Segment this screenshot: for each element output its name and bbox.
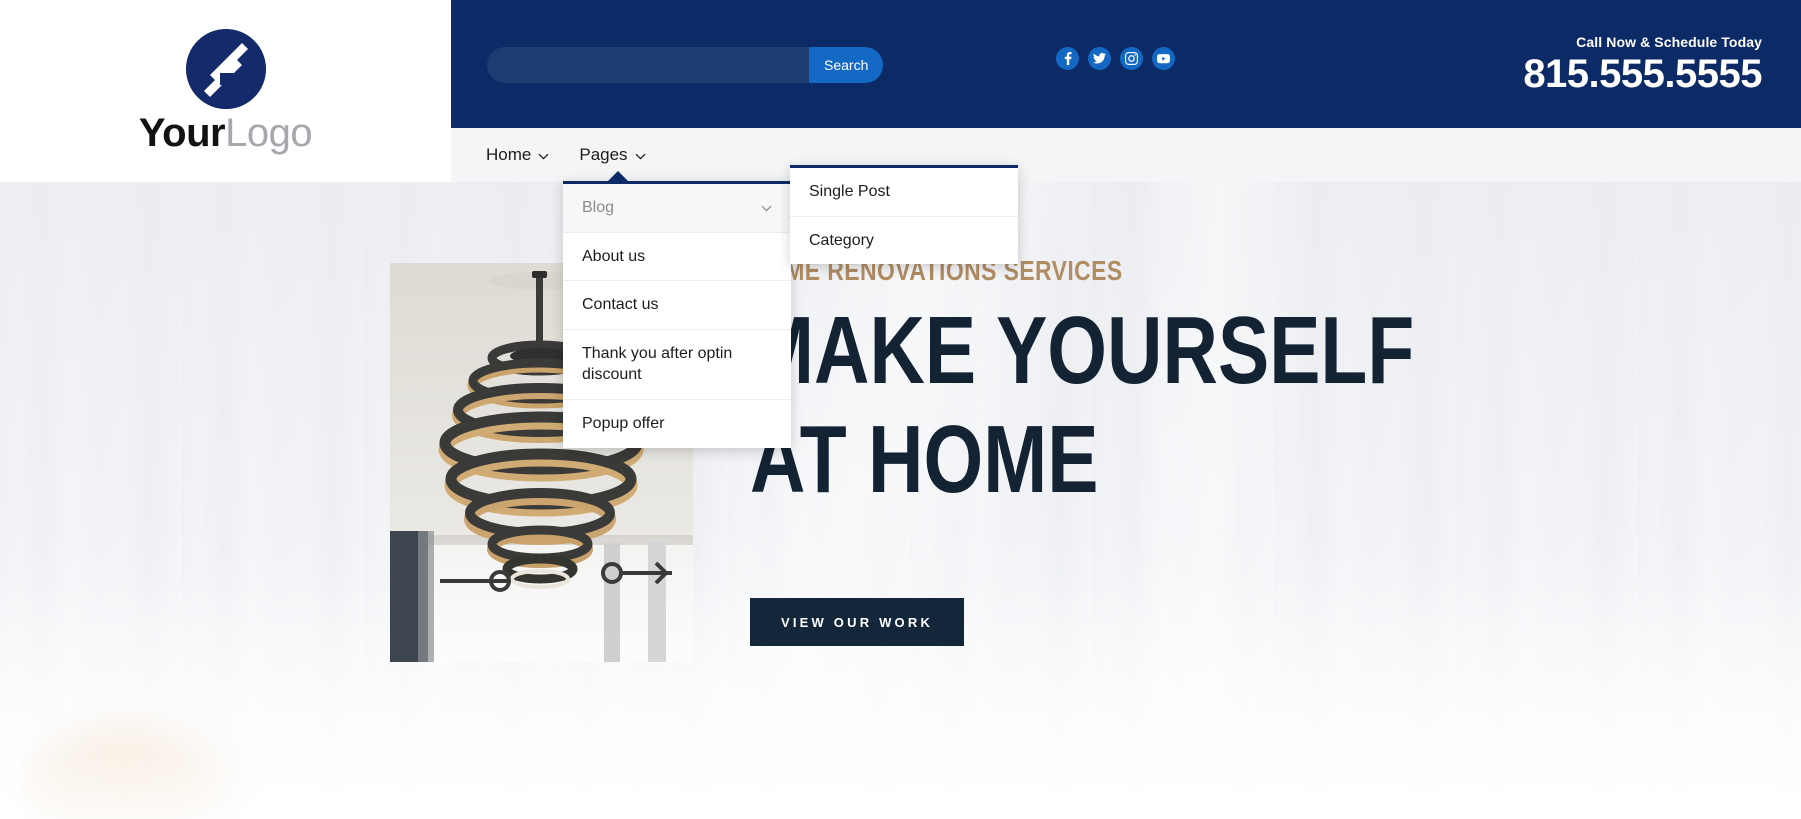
dropdown-item-label: About us — [582, 247, 646, 265]
dropdown-item-label: Contact us — [582, 296, 659, 314]
chevron-down-icon — [538, 145, 549, 165]
youtube-icon[interactable] — [1152, 47, 1175, 70]
pages-dropdown-menu: Blog About us Contact us Thank you after… — [563, 171, 791, 448]
dropdown-item-label: Thank you after optin discount — [582, 344, 733, 384]
hero-title-line1: MAKE YOURSELF — [750, 297, 1415, 404]
search-input[interactable] — [487, 47, 809, 83]
dropdown-item-popup-offer[interactable]: Popup offer — [563, 400, 791, 448]
main-navigation: Home Pages — [451, 128, 1801, 182]
logo-text-light: Logo — [225, 111, 313, 155]
logo-wordmark: YourLogo — [138, 111, 313, 155]
phone-label: Call Now & Schedule Today — [1576, 34, 1762, 50]
instagram-icon[interactable] — [1120, 47, 1143, 70]
facebook-icon[interactable] — [1056, 47, 1079, 70]
dropdown-item-thank-you-after-optin-discount[interactable]: Thank you after optin discount — [563, 330, 791, 400]
s-monogram-circle-icon — [185, 29, 266, 109]
top-bar: Search Call Now & Schedule Today 815.555… — [451, 0, 1801, 128]
nav-item-label: Pages — [579, 145, 628, 164]
view-our-work-button[interactable]: VIEW OUR WORK — [750, 598, 964, 646]
dropdown-item-label: Popup offer — [582, 414, 665, 432]
dropdown-item-about-us[interactable]: About us — [563, 233, 791, 282]
page-root: YourLogo Search Call Now & Schedule Toda… — [0, 0, 1801, 819]
dropdown-item-contact-us[interactable]: Contact us — [563, 281, 791, 330]
submenu-item-category[interactable]: Category — [790, 217, 1018, 265]
phone-number[interactable]: 815.555.5555 — [1523, 52, 1762, 97]
nav-item-label: Home — [486, 145, 532, 164]
submenu-item-label: Category — [809, 231, 874, 249]
hero-title-line2: AT HOME — [750, 406, 1099, 514]
chevron-down-icon — [635, 145, 646, 165]
search-button[interactable]: Search — [809, 47, 884, 83]
logo-text-bold: Your — [138, 111, 226, 155]
twitter-icon[interactable] — [1088, 47, 1111, 70]
submenu-item-single-post[interactable]: Single Post — [790, 168, 1018, 217]
nav-item-list: Home Pages — [451, 128, 1801, 182]
nav-item-home[interactable]: Home — [486, 128, 549, 182]
dropdown-caret-icon — [607, 171, 629, 182]
hero-text-block: HOME RENOVATIONS SERVICES MAKE YOURSELF … — [750, 255, 1580, 514]
site-logo[interactable]: YourLogo — [0, 0, 451, 182]
submenu-item-label: Single Post — [809, 183, 890, 200]
social-links — [1056, 47, 1175, 70]
chevron-down-icon — [761, 197, 772, 219]
blog-submenu: Single Post Category — [790, 165, 1018, 265]
search-form: Search — [487, 47, 884, 83]
phone-block: Call Now & Schedule Today 815.555.5555 — [1523, 34, 1762, 97]
dropdown-item-blog[interactable]: Blog — [563, 184, 791, 233]
decorative-flower — [20, 709, 250, 819]
dropdown-item-label: Blog — [582, 199, 615, 216]
